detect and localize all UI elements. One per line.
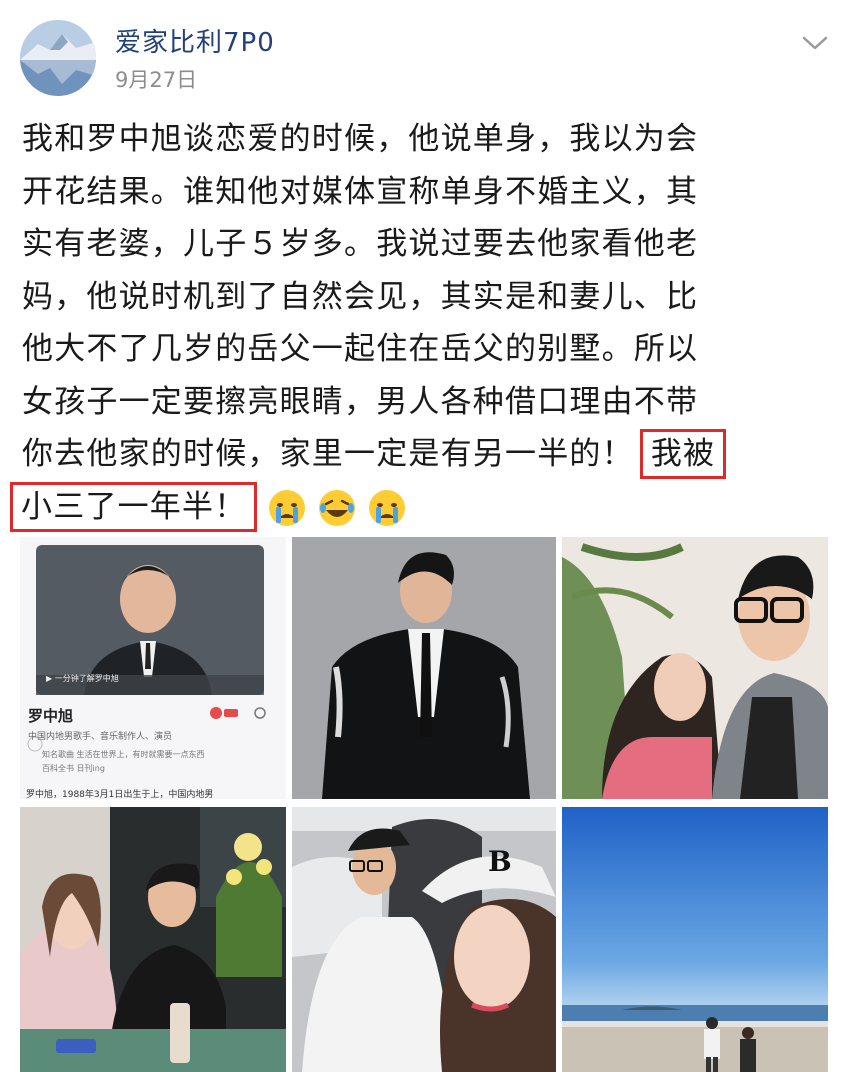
post-line: 他大不了几岁的岳父一起住在岳父的别墅。所以 bbox=[22, 331, 699, 367]
card-row: 知名歌曲 生活在世界上，有时就需要一点东西 bbox=[42, 750, 205, 759]
image-6-beach[interactable] bbox=[562, 807, 828, 1072]
post-body: 我和罗中旭谈恋爱的时候，他说单身，我以为会 开花结果。谁知他对媒体宣称单身不婚主… bbox=[10, 113, 822, 534]
beach-graphic bbox=[562, 807, 828, 1072]
post-line-text: 你去他家的时候，家里一定是有另一半的！ bbox=[22, 436, 634, 472]
svg-text:B: B bbox=[488, 845, 512, 878]
image-grid: ▶ 一分钟了解罗中旭 罗中旭 中国内地男歌手、音乐制作人、演员 知名歌曲 生活在… bbox=[20, 537, 828, 1072]
couple-selfie-graphic bbox=[562, 537, 828, 799]
crying-face-icon bbox=[367, 488, 407, 528]
post-line: 开花结果。谁知他对媒体宣称单身不婚主义，其 bbox=[22, 173, 699, 210]
portrait-suit-graphic bbox=[292, 537, 556, 799]
highlight-box: 我被 bbox=[639, 429, 727, 479]
post-line: 我和罗中旭谈恋爱的时候，他说单身，我以为会 bbox=[22, 121, 699, 157]
post-line: 实有老婆，儿子５岁多。我说过要去他家看他老 bbox=[22, 226, 699, 262]
image-3-couple-selfie[interactable] bbox=[562, 537, 828, 799]
card-title: 罗中旭 bbox=[28, 707, 74, 725]
car-selfie-graphic: B bbox=[292, 807, 556, 1072]
image-4-restaurant-couple[interactable] bbox=[20, 807, 286, 1072]
username[interactable]: 爱家比利7P0 bbox=[115, 22, 275, 59]
image-5-car-selfie[interactable]: B bbox=[292, 807, 556, 1072]
post-line: 女孩子一定要擦亮眼睛，男人各种借口理由不带 bbox=[22, 383, 699, 420]
post-date: 9月27日 bbox=[115, 68, 198, 92]
avatar[interactable] bbox=[20, 20, 96, 96]
video-caption: ▶ 一分钟了解罗中旭 bbox=[46, 674, 119, 683]
mountain-lake-avatar-image bbox=[20, 20, 96, 96]
laughing-tears-icon bbox=[317, 488, 357, 528]
card-footer: 罗中旭，1988年3月1日出生于上，中国内地男 bbox=[26, 790, 214, 799]
card-subtitle: 中国内地男歌手、音乐制作人、演员 bbox=[28, 732, 173, 742]
image-2-portrait-suit[interactable] bbox=[292, 537, 556, 799]
post-line: 妈，他说时机到了自然会见，其实是和妻儿、比 bbox=[22, 278, 699, 315]
crying-face-icon bbox=[267, 488, 307, 528]
chevron-down-icon[interactable] bbox=[798, 30, 832, 54]
post-line-8: 小三了一年半！ bbox=[10, 481, 822, 534]
post-header: 爱家比利7P0 9月27日 bbox=[20, 18, 836, 98]
post-line-7: 你去他家的时候，家里一定是有另一半的！ 我被 bbox=[22, 428, 822, 481]
restaurant-couple-graphic bbox=[20, 807, 286, 1072]
highlight-box: 小三了一年半！ bbox=[10, 481, 258, 532]
card-row: 百科全书 日刊ing bbox=[42, 764, 105, 773]
image-1-profile-card[interactable]: ▶ 一分钟了解罗中旭 罗中旭 中国内地男歌手、音乐制作人、演员 知名歌曲 生活在… bbox=[20, 537, 286, 799]
